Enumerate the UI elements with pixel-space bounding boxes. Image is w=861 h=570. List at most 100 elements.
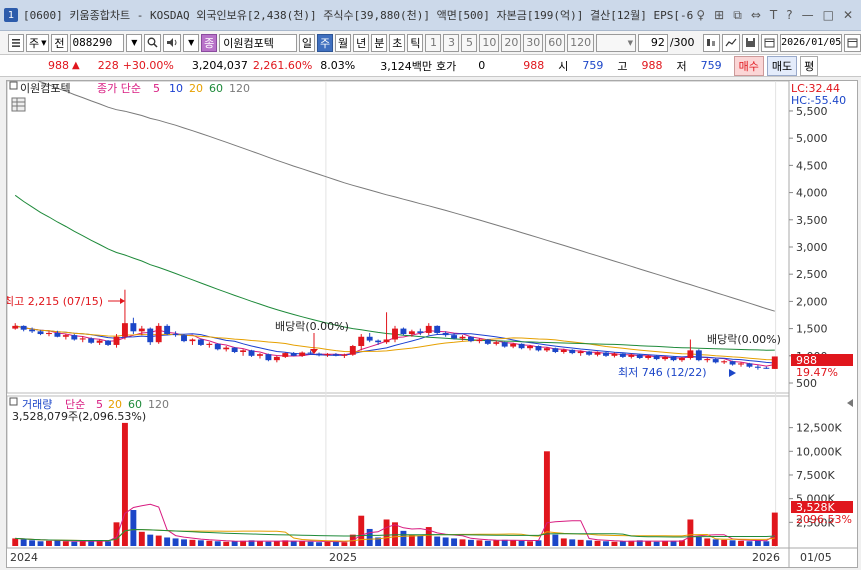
candle-body xyxy=(527,346,533,349)
volume-bar xyxy=(383,519,390,546)
candle-body xyxy=(636,354,643,358)
bar-count-input[interactable]: 92 xyxy=(637,33,668,52)
trend-line-icon xyxy=(726,38,737,47)
pane-toggle-icon[interactable] xyxy=(9,397,18,406)
candle-body xyxy=(662,356,669,360)
price-pane[interactable] xyxy=(6,80,790,394)
open-label: 시 xyxy=(558,59,569,73)
candle-body xyxy=(231,347,238,352)
candle-body xyxy=(501,342,508,347)
volume-bar xyxy=(704,538,711,546)
sound-button[interactable] xyxy=(163,33,182,52)
volume-bar xyxy=(20,539,27,546)
menu-lines-icon xyxy=(12,38,20,47)
print-button[interactable] xyxy=(761,33,779,52)
volume-tick-label: 12,500K xyxy=(796,422,842,435)
restore-screen-icon[interactable]: ⧉ xyxy=(733,8,742,23)
volume-bar xyxy=(130,510,137,546)
price-tick-label: 4,500 xyxy=(796,159,828,172)
volume-bar xyxy=(442,537,449,546)
data-table-icon[interactable] xyxy=(11,97,26,112)
candle-body xyxy=(476,339,483,342)
volume-bar xyxy=(518,540,525,546)
date-picker-button[interactable] xyxy=(844,33,861,52)
volume-bar xyxy=(366,528,373,546)
period-button-second[interactable]: 초 xyxy=(389,33,406,52)
chart-toolbar: 주 ▼ 전 088290 ▼ ▼ 종 이원컴포텍 일 주 월 년 분 초 틱 1 … xyxy=(0,31,861,55)
candle-body xyxy=(577,351,584,354)
volume-bar xyxy=(754,540,761,546)
candle-body xyxy=(375,340,382,343)
link-icon[interactable]: ⇔ xyxy=(751,8,761,23)
volume-bar xyxy=(37,541,44,546)
period-button-week[interactable]: 주 xyxy=(316,33,334,52)
volume-bar xyxy=(729,540,736,546)
period-button-tick[interactable]: 틱 xyxy=(407,33,424,52)
volume-bar xyxy=(493,540,500,546)
ma-legend-120: 120 xyxy=(229,82,250,95)
ma-legend-5: 5 xyxy=(153,82,160,95)
pin-icon[interactable]: ♀ xyxy=(696,8,705,23)
candle-body xyxy=(79,338,86,340)
x-label-2024: 2024 xyxy=(10,551,38,564)
volume-bar xyxy=(147,534,154,546)
grid-icon[interactable]: ⊞ xyxy=(714,8,724,23)
code-dropdown-button[interactable]: ▼ xyxy=(126,33,143,52)
candle-body xyxy=(535,346,542,351)
interval-button-30[interactable]: 30 xyxy=(523,33,544,52)
interval-button-120[interactable]: 120 xyxy=(567,33,595,52)
font-icon[interactable]: T xyxy=(770,8,777,23)
interval-button-5[interactable]: 5 xyxy=(461,33,478,52)
search-button[interactable] xyxy=(144,33,162,52)
dividend-label-1: 배당락(0.00%) xyxy=(275,320,349,333)
menu-icon[interactable] xyxy=(8,33,24,52)
candle-body xyxy=(704,359,711,361)
indicator-button[interactable] xyxy=(702,33,721,52)
chart-svg[interactable]: 5001,0001,5002,0002,5003,0003,5004,0004,… xyxy=(4,69,857,567)
period-button-month[interactable]: 월 xyxy=(335,33,352,52)
scroll-up-icon[interactable] xyxy=(847,399,853,407)
trend-button[interactable] xyxy=(722,33,741,52)
interval-button-1[interactable]: 1 xyxy=(425,33,442,52)
period-button-day[interactable]: 일 xyxy=(298,33,315,52)
period-select[interactable]: 주 ▼ xyxy=(26,33,50,52)
interval-custom-select[interactable]: ▼ xyxy=(596,33,636,52)
candle-body xyxy=(417,331,424,333)
buy-button[interactable]: 매수 xyxy=(733,55,764,76)
interval-button-3[interactable]: 3 xyxy=(443,33,460,52)
eval-button[interactable]: 평 xyxy=(800,55,819,76)
close-icon[interactable]: ✕ xyxy=(843,8,853,23)
date-input[interactable]: 2026/01/05 xyxy=(780,33,843,52)
candle-body xyxy=(46,332,52,335)
volume-bar xyxy=(181,539,187,546)
help-icon[interactable]: ? xyxy=(786,8,792,23)
candle-body xyxy=(560,349,567,352)
chart-container[interactable]: 5001,0001,5002,0002,5003,0003,5004,0004,… xyxy=(4,69,858,568)
volume-value: 3,204,037 xyxy=(191,59,248,72)
interval-button-60[interactable]: 60 xyxy=(545,33,566,52)
volume-bar xyxy=(434,536,441,546)
volume-bar xyxy=(189,539,196,546)
save-button[interactable] xyxy=(742,33,760,52)
volume-bar xyxy=(552,534,559,546)
candle-body xyxy=(172,334,179,336)
candle-body xyxy=(594,352,601,355)
sound-dropdown-button[interactable]: ▼ xyxy=(183,33,200,52)
interval-button-10[interactable]: 10 xyxy=(479,33,500,52)
all-stocks-button[interactable]: 전 xyxy=(51,33,68,52)
volume-bar xyxy=(510,540,517,546)
minimize-icon[interactable]: — xyxy=(802,8,814,23)
interval-button-20[interactable]: 20 xyxy=(501,33,522,52)
period-button-year[interactable]: 년 xyxy=(353,33,370,52)
sell-button[interactable]: 매도 xyxy=(766,55,798,76)
pane-toggle-icon[interactable] xyxy=(9,81,18,90)
ma-legend-10: 10 xyxy=(169,82,183,95)
candle-body xyxy=(434,325,441,333)
stock-code-input[interactable]: 088290 xyxy=(69,33,125,52)
volume-bar xyxy=(586,540,593,546)
maximize-icon[interactable]: □ xyxy=(823,8,834,23)
volume-ma-legend-120: 120 xyxy=(148,398,169,411)
period-button-minute[interactable]: 분 xyxy=(371,33,388,52)
volume-bar xyxy=(560,538,567,546)
volume-current-value: 3,528,079주(2,096.53%) xyxy=(12,410,146,423)
